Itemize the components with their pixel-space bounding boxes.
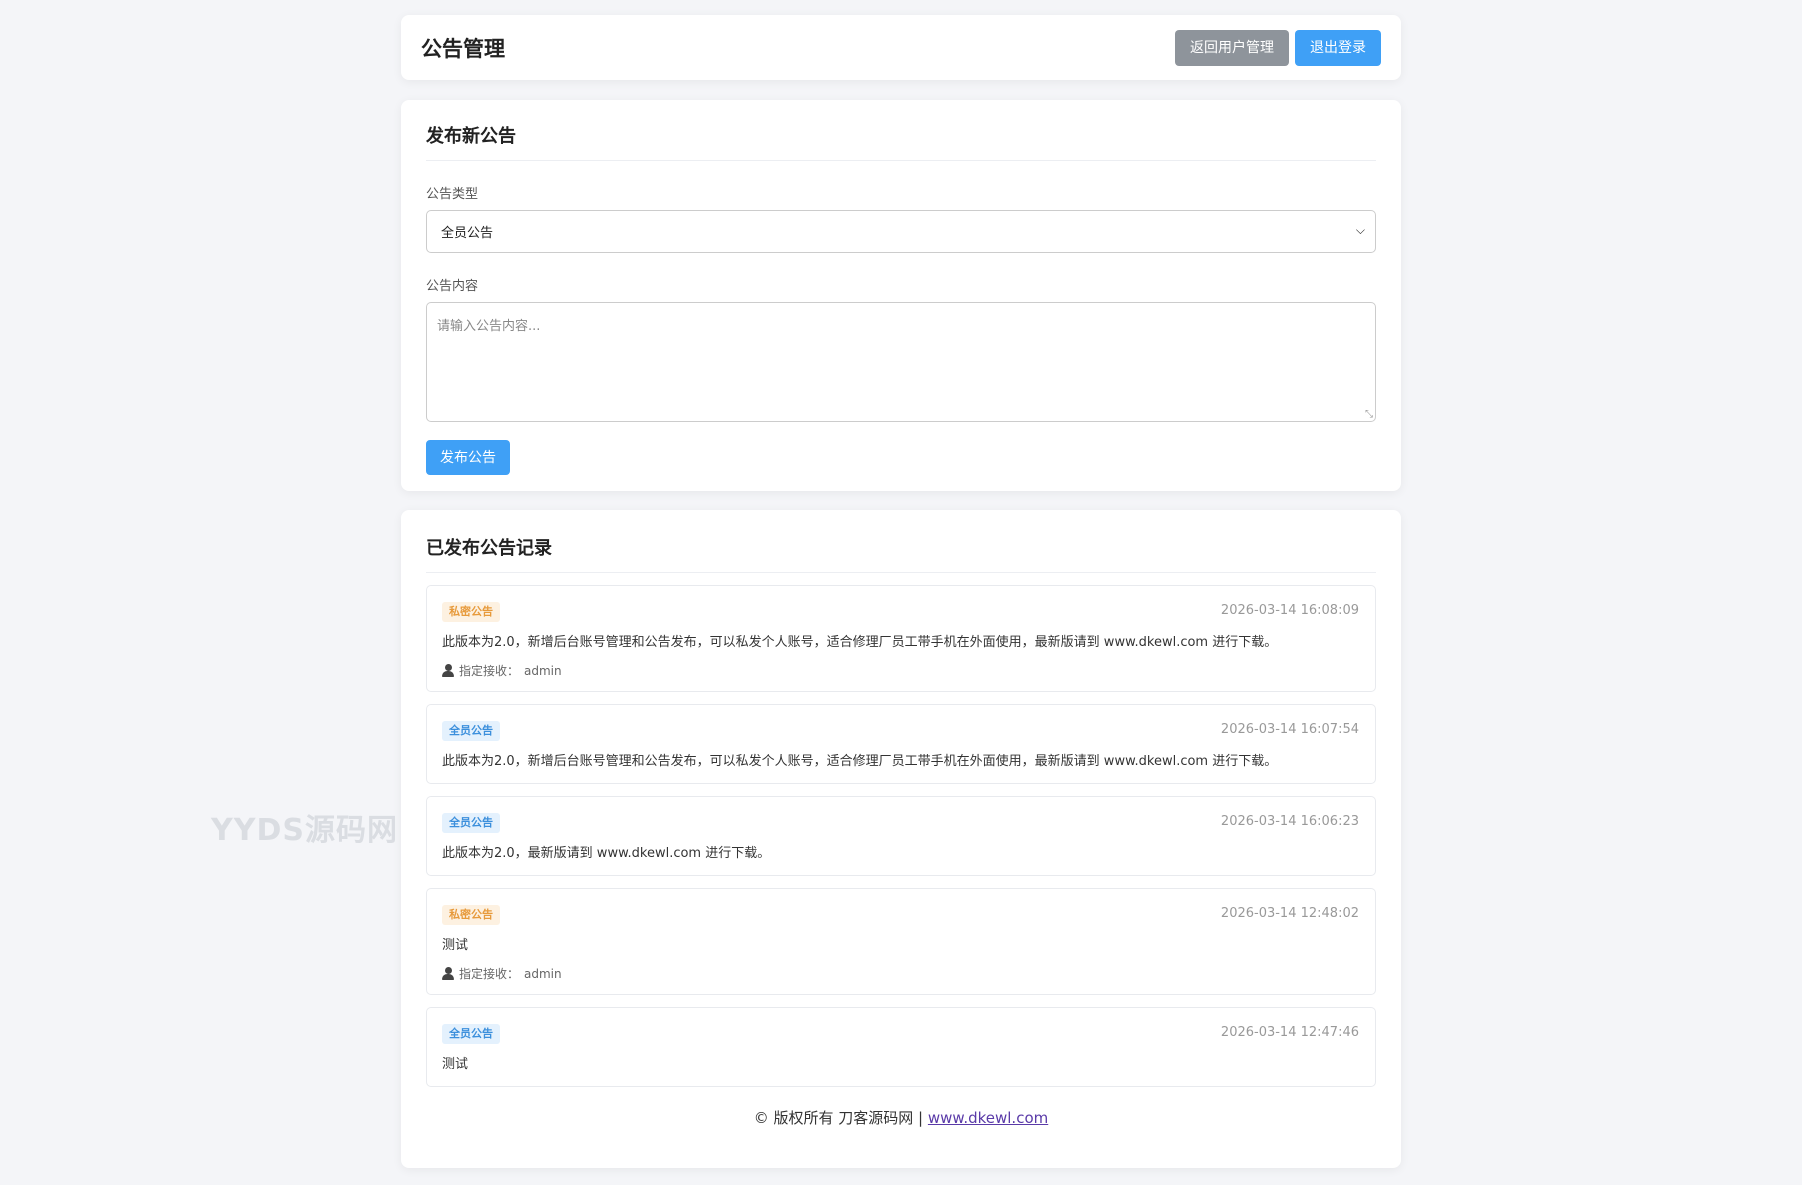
header-actions: 返回用户管理 退出登录 — [1175, 29, 1381, 66]
announcement-content: 此版本为2.0，新增后台账号管理和公告发布，可以私发个人账号，适合修理厂员工带手… — [442, 754, 1278, 769]
recipient-name: admin — [524, 663, 562, 678]
header-bar: 公告管理 返回用户管理 退出登录 — [401, 15, 1401, 80]
content-placeholder: 请输入公告内容... — [437, 319, 541, 334]
logout-button[interactable]: 退出登录 — [1295, 29, 1381, 66]
announcement-content: 测试 — [442, 938, 469, 953]
announcement-content: 此版本为2.0，最新版请到 www.dkewl.com 进行下载。 — [442, 846, 771, 861]
publish-panel: 发布新公告 公告类型 全员公告 ⌵ 公告内容 请输入公告内容... ⤡ 发布公告 — [401, 100, 1401, 491]
resize-handle-icon[interactable]: ⤡ — [1365, 409, 1373, 420]
records-panel: 已发布公告记录 私密公告 2026-03-14 16:08:09 此版本为2.0，新… — [401, 510, 1401, 1168]
user-icon — [442, 967, 454, 980]
page-title: 公告管理 — [421, 36, 505, 61]
announcement-type-badge: 私密公告 — [442, 905, 500, 925]
user-icon — [442, 664, 454, 677]
announcement-time: 2026-03-14 12:48:02 — [1220, 906, 1359, 921]
announcement-record: 全员公告 2026-03-14 16:07:54 此版本为2.0，新增后台账号管理和… — [426, 704, 1376, 784]
publish-section-title: 发布新公告 — [426, 122, 1376, 161]
announcement-time: 2026-03-14 16:07:54 — [1220, 722, 1359, 737]
chevron-down-icon: ⌵ — [1355, 223, 1365, 237]
recipient-name: admin — [524, 966, 562, 981]
back-to-user-management-button[interactable]: 返回用户管理 — [1175, 29, 1289, 66]
announcement-record: 私密公告 2026-03-14 16:08:09 此版本为2.0，新增后台账号管理和… — [426, 585, 1376, 692]
announcement-type-badge: 全员公告 — [442, 1024, 500, 1044]
recipient-line: 指定接收： admin — [442, 662, 1359, 679]
announcement-content-textarea[interactable]: 请输入公告内容... ⤡ — [426, 302, 1376, 422]
announcement-type-badge: 全员公告 — [442, 813, 500, 833]
recipient-prefix: 指定接收： — [459, 664, 520, 678]
watermark: YYDS源码网 — [211, 813, 398, 848]
footer: © 版权所有 刀客源码网 | www.dkewl.com — [426, 1107, 1376, 1128]
announcement-record: 全员公告 2026-03-14 12:47:46 测试 — [426, 1007, 1376, 1087]
announcement-record: 全员公告 2026-03-14 16:06:23 此版本为2.0，最新版请到 www… — [426, 796, 1376, 876]
type-label: 公告类型 — [426, 187, 479, 202]
announcement-time: 2026-03-14 16:08:09 — [1220, 603, 1359, 618]
announcement-content: 此版本为2.0，新增后台账号管理和公告发布，可以私发个人账号，适合修理厂员工带手… — [442, 635, 1278, 650]
announcement-type-value: 全员公告 — [441, 226, 494, 241]
announcement-type-select[interactable]: 全员公告 ⌵ — [426, 210, 1376, 253]
recipient-line: 指定接收： admin — [442, 965, 1359, 982]
announcement-time: 2026-03-14 12:47:46 — [1220, 1025, 1359, 1040]
announcement-content: 测试 — [442, 1057, 469, 1072]
record-list: 私密公告 2026-03-14 16:08:09 此版本为2.0，新增后台账号管理和… — [426, 585, 1376, 1087]
announcement-record: 私密公告 2026-03-14 12:48:02 测试指定接收： admin — [426, 888, 1376, 995]
publish-button[interactable]: 发布公告 — [426, 440, 510, 475]
announcement-type-badge: 私密公告 — [442, 602, 500, 622]
content-label: 公告内容 — [426, 279, 479, 294]
footer-text: © 版权所有 刀客源码网 | — [753, 1109, 928, 1127]
footer-link[interactable]: www.dkewl.com — [928, 1109, 1048, 1127]
announcement-type-badge: 全员公告 — [442, 721, 500, 741]
records-section-title: 已发布公告记录 — [426, 534, 1376, 573]
recipient-prefix: 指定接收： — [459, 967, 520, 981]
announcement-time: 2026-03-14 16:06:23 — [1220, 814, 1359, 829]
